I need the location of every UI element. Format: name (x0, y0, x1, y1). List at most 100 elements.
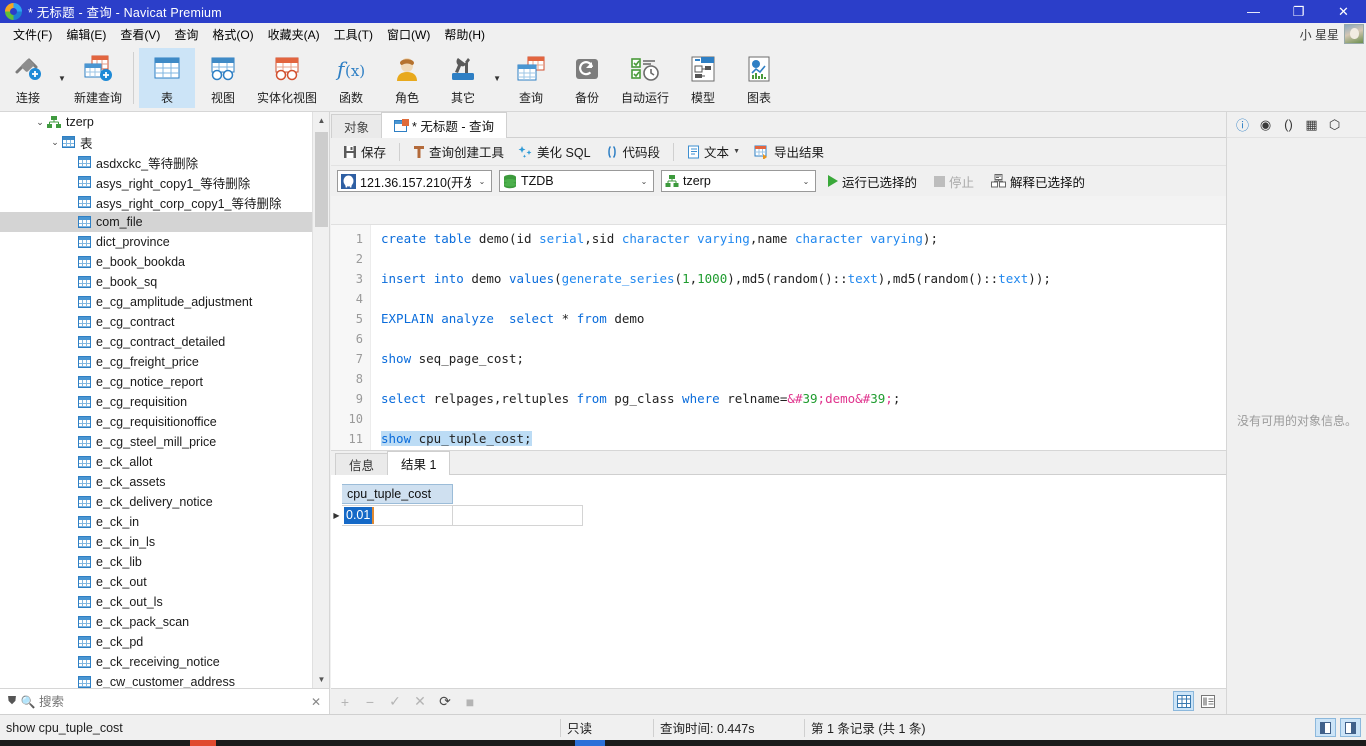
tree-item-asys_right_corp_copy1_等待删除[interactable]: asys_right_corp_copy1_等待删除 (0, 192, 313, 212)
beautify-sql-button[interactable]: 美化 SQL (512, 139, 597, 164)
tree-item-e_cg_steel_mill_price[interactable]: e_cg_steel_mill_price (0, 432, 313, 452)
tree-item-e_cg_requisition[interactable]: e_cg_requisition (0, 392, 313, 412)
tree-item-e_ck_in_ls[interactable]: e_ck_in_ls (0, 532, 313, 552)
preview-icon[interactable]: ◉ (1258, 117, 1273, 133)
menu-tools[interactable]: 工具(T) (327, 24, 380, 44)
host-select[interactable]: 121.36.157.210(开发 ⌄ (337, 170, 492, 192)
tree-node-database[interactable]: ⌄ tzerp (0, 112, 313, 132)
structure-icon[interactable]: ▦ (1304, 117, 1319, 133)
settings-icon[interactable]: ⬡ (1327, 117, 1342, 133)
tree-item-e_cg_contract[interactable]: e_cg_contract (0, 312, 313, 332)
tree-item-e_ck_pack_scan[interactable]: e_ck_pack_scan (0, 612, 313, 632)
code-line[interactable] (381, 249, 1226, 269)
explain-selected-button[interactable]: 解释已选择的 (986, 169, 1090, 194)
grid-add-icon[interactable]: + (337, 694, 353, 710)
toolbar-backup[interactable]: 备份 (559, 48, 615, 108)
run-selected-button[interactable]: 运行已选择的 (823, 169, 922, 194)
code-line[interactable]: EXPLAIN analyze select * from demo (381, 309, 1226, 329)
grid-cancel-icon[interactable]: ✕ (412, 693, 428, 710)
scroll-down-icon[interactable]: ▼ (313, 671, 330, 688)
maximize-button[interactable]: ❐ (1276, 0, 1321, 23)
tree-item-e_ck_delivery_notice[interactable]: e_ck_delivery_notice (0, 492, 313, 512)
toolbar-table[interactable]: 表 (139, 48, 196, 108)
toolbar-query[interactable]: 查询 (503, 48, 559, 108)
grid-remove-icon[interactable]: − (362, 694, 378, 710)
tree-item-e_ck_in[interactable]: e_ck_in (0, 512, 313, 532)
schema-select[interactable]: tzerp ⌄ (661, 170, 816, 192)
grid-view-icon[interactable] (1173, 691, 1194, 711)
toolbar-role[interactable]: 角色 (379, 48, 435, 108)
chevron-down-icon[interactable]: ⌄ (48, 137, 62, 148)
menu-help[interactable]: 帮助(H) (437, 24, 492, 44)
menu-file[interactable]: 文件(F) (6, 24, 59, 44)
database-select[interactable]: TZDB ⌄ (499, 170, 654, 192)
export-result-button[interactable]: 导出结果 (748, 139, 830, 164)
tree-item-e_ck_lib[interactable]: e_ck_lib (0, 552, 313, 572)
tree-item-e_cg_contract_detailed[interactable]: e_cg_contract_detailed (0, 332, 313, 352)
tree-item-e_cg_notice_report[interactable]: e_cg_notice_report (0, 372, 313, 392)
toolbar-model[interactable]: 模型 (675, 48, 731, 108)
toggle-right-panel-button[interactable] (1340, 718, 1361, 737)
search-close-icon[interactable]: ✕ (308, 695, 324, 709)
user-account-area[interactable]: 小 星星 (1300, 23, 1364, 45)
menu-view[interactable]: 查看(V) (113, 24, 167, 44)
tree-item-e_cg_freight_price[interactable]: e_cg_freight_price (0, 352, 313, 372)
tree-item-e_ck_assets[interactable]: e_ck_assets (0, 472, 313, 492)
tree-search-bar[interactable]: ⛊ 🔍 ✕ (0, 688, 330, 714)
close-button[interactable]: ✕ (1321, 0, 1366, 23)
tree-item-com_file[interactable]: com_file (0, 212, 313, 232)
tree-item-e_cg_amplitude_adjustment[interactable]: e_cg_amplitude_adjustment (0, 292, 313, 312)
code-line[interactable]: insert into demo values(generate_series(… (381, 269, 1226, 289)
code-line[interactable] (381, 409, 1226, 429)
tree-item-e_book_sq[interactable]: e_book_sq (0, 272, 313, 292)
toolbar-view[interactable]: 视图 (195, 48, 251, 108)
database-caret-icon[interactable]: ⌄ (637, 177, 651, 186)
menu-query[interactable]: 查询 (167, 24, 205, 44)
column-header-cpu-tuple-cost[interactable]: cpu_tuple_cost (342, 484, 453, 504)
tree-item-e_book_bookda[interactable]: e_book_bookda (0, 252, 313, 272)
code-line[interactable]: show cpu_tuple_cost; (381, 429, 1226, 449)
host-caret-icon[interactable]: ⌄ (475, 177, 489, 186)
code-line[interactable]: select relpages,reltuples from pg_class … (381, 389, 1226, 409)
taskbar-item-2[interactable] (575, 740, 605, 746)
menu-format[interactable]: 格式(O) (205, 24, 260, 44)
result-tab-result1[interactable]: 结果 1 (387, 451, 451, 475)
tree-item-e_ck_receiving_notice[interactable]: e_ck_receiving_notice (0, 652, 313, 672)
menu-window[interactable]: 窗口(W) (380, 24, 437, 44)
code-line[interactable] (381, 289, 1226, 309)
tree-item-e_cw_customer_address[interactable]: e_cw_customer_address (0, 672, 313, 688)
other-dropdown-caret-icon[interactable]: ▼ (491, 48, 503, 108)
grid-refresh-icon[interactable]: ⟳ (437, 693, 453, 710)
toolbar-other[interactable]: 其它 (435, 48, 491, 108)
toolbar-function[interactable]: f (x) 函数 (323, 48, 379, 108)
scroll-up-icon[interactable]: ▲ (313, 112, 330, 129)
cell-cpu-tuple-cost[interactable]: 0.01 (342, 504, 453, 526)
tree-item-dict_province[interactable]: dict_province (0, 232, 313, 252)
code-line[interactable] (381, 369, 1226, 389)
save-button[interactable]: 保存 (337, 139, 392, 164)
tree-item-e_ck_allot[interactable]: e_ck_allot (0, 452, 313, 472)
tree-item-asys_right_copy1_等待删除[interactable]: asys_right_copy1_等待删除 (0, 172, 313, 192)
tree-node-tables-folder[interactable]: ⌄ 表 (0, 132, 313, 152)
code-line[interactable] (381, 329, 1226, 349)
result-tab-info[interactable]: 信息 (335, 453, 389, 475)
tree-scrollbar[interactable]: ▲ ▼ (312, 112, 329, 688)
schema-caret-icon[interactable]: ⌄ (799, 177, 813, 186)
form-view-icon[interactable] (1197, 691, 1218, 711)
toolbar-automation[interactable]: 自动运行 (615, 48, 675, 108)
text-button[interactable]: 文本 ▼ (681, 139, 746, 164)
query-builder-button[interactable]: 查询创建工具 (407, 139, 510, 164)
snippet-button[interactable]: 代码段 (599, 139, 667, 164)
toolbar-connection[interactable]: 连接 (0, 48, 56, 108)
table-row[interactable]: ▶ 0.01 (331, 504, 583, 526)
menu-edit[interactable]: 编辑(E) (59, 24, 113, 44)
object-tree[interactable]: ⌄ tzerp ⌄ 表 asdxckc_等待删除 asys_right_copy1_等待删… (0, 112, 313, 688)
toolbar-chart[interactable]: 图表 (731, 48, 787, 108)
scroll-thumb[interactable] (315, 132, 328, 227)
tree-item-e_ck_out_ls[interactable]: e_ck_out_ls (0, 592, 313, 612)
tree-item-asdxckc_等待删除[interactable]: asdxckc_等待删除 (0, 152, 313, 172)
minimize-button[interactable]: — (1231, 0, 1276, 23)
toggle-left-panel-button[interactable] (1315, 718, 1336, 737)
toolbar-materialized-view[interactable]: 实体化视图 (251, 48, 323, 108)
connection-dropdown-caret-icon[interactable]: ▼ (56, 48, 68, 108)
